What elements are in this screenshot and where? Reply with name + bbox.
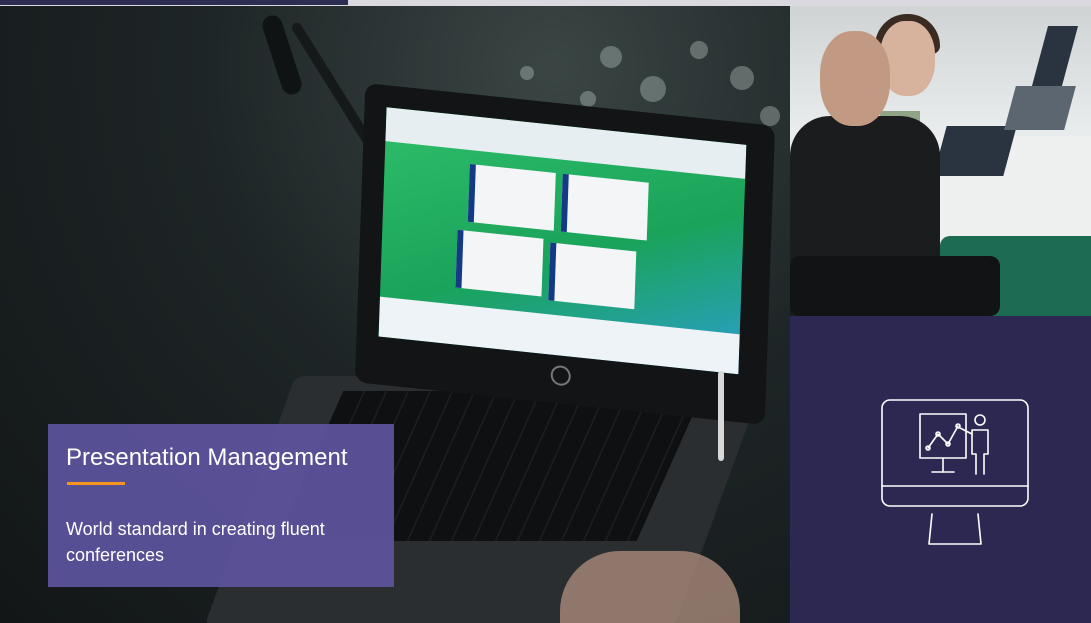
bokeh-light (730, 66, 754, 90)
caption-title: Presentation Management (66, 444, 348, 471)
screen-header (385, 107, 747, 179)
caption-subtitle: World standard in creating fluent confer… (66, 519, 325, 565)
icon-panel (790, 316, 1091, 623)
bokeh-light (690, 41, 708, 59)
laptop (933, 126, 1017, 176)
hand (560, 551, 740, 623)
caption-accent-rule (67, 482, 125, 485)
bokeh-light (640, 76, 666, 102)
bokeh-light (580, 91, 596, 107)
presentation-monitor-icon (880, 396, 1030, 551)
laptop-screen (378, 107, 747, 375)
person-head (820, 31, 890, 126)
bokeh-light (520, 66, 534, 80)
screen-footer (378, 296, 740, 375)
laptop (1004, 86, 1076, 130)
bokeh-light (760, 106, 780, 126)
bokeh-light (600, 46, 622, 68)
hp-logo-icon (550, 364, 572, 387)
caption-card: Presentation Management World standard i… (48, 424, 394, 587)
screen-card (455, 229, 544, 297)
laptop-screen-frame (354, 82, 776, 426)
laptop (1031, 26, 1079, 86)
side-photo (790, 6, 1091, 316)
bag (790, 256, 1000, 316)
usb-cable (718, 371, 724, 461)
top-strip-accent (0, 0, 348, 5)
screen-card (548, 242, 637, 310)
screen-card (467, 163, 556, 231)
screen-card (560, 173, 649, 241)
